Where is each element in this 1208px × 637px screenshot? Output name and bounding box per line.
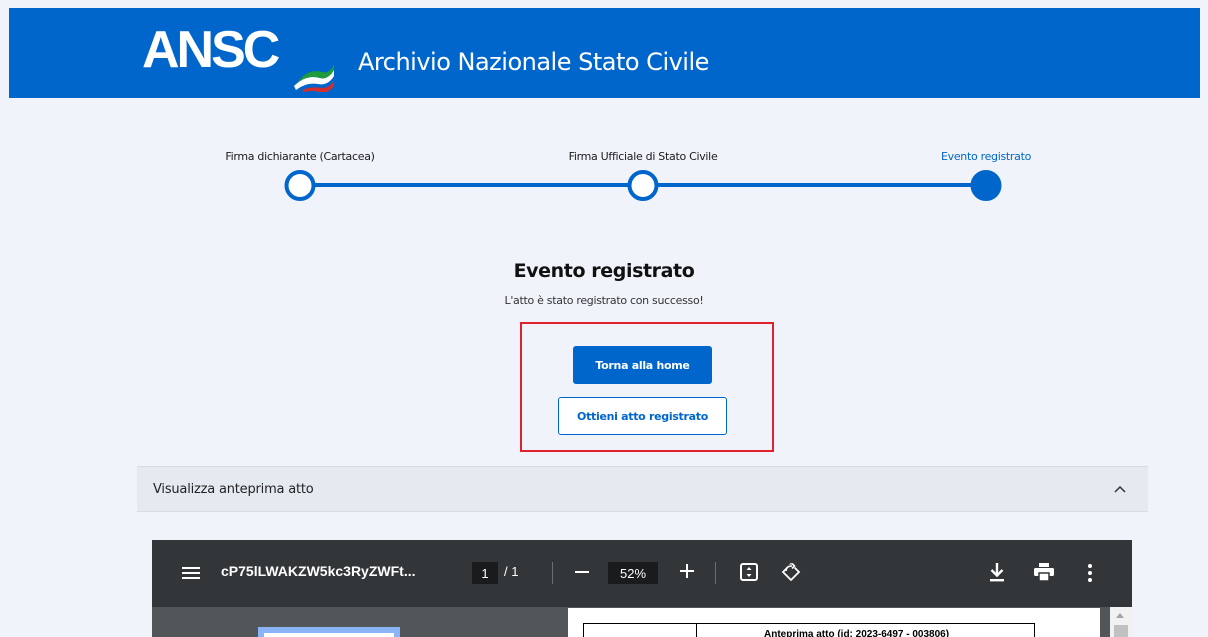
chevron-up-icon[interactable] bbox=[1112, 481, 1128, 497]
progress-stepper: Firma dichiarante (Cartacea) Firma Uffic… bbox=[0, 0, 1208, 240]
toolbar-divider bbox=[552, 562, 553, 584]
step-circle-1 bbox=[284, 170, 316, 201]
pdf-viewer: cP75lLWAKZW5kc3RyZWFt... 1 / 1 52% Antep… bbox=[152, 540, 1132, 637]
step-label-1: Firma dichiarante (Cartacea) bbox=[225, 150, 375, 163]
page-thumbnail-preview bbox=[264, 633, 394, 637]
step-label-3: Evento registrato bbox=[940, 150, 1032, 163]
print-icon[interactable] bbox=[1034, 563, 1054, 581]
toolbar-divider bbox=[715, 562, 716, 584]
rotate-icon[interactable] bbox=[781, 562, 801, 582]
result-subtitle: L'atto è stato registrato con successo! bbox=[504, 294, 704, 307]
back-home-button[interactable]: Torna alla home bbox=[573, 346, 712, 384]
zoom-level-input[interactable]: 52% bbox=[608, 562, 658, 584]
minus-icon[interactable] bbox=[575, 571, 589, 573]
pdf-page-heading: Anteprima atto (id: 2023-6497 - 003806) bbox=[764, 629, 950, 637]
plus-icon[interactable] bbox=[680, 564, 694, 578]
step-circle-2 bbox=[627, 170, 659, 201]
accordion-title: Visualizza anteprima atto bbox=[153, 482, 314, 497]
fit-page-icon[interactable] bbox=[740, 563, 758, 581]
more-vert-icon[interactable] bbox=[1086, 563, 1094, 583]
pdf-page: Anteprima atto (id: 2023-6497 - 003806) bbox=[568, 608, 1100, 637]
get-registered-act-button[interactable]: Ottieni atto registrato bbox=[558, 397, 727, 435]
download-icon[interactable] bbox=[988, 562, 1006, 582]
page-number-input[interactable]: 1 bbox=[472, 562, 498, 584]
pdf-scrollbar[interactable] bbox=[1110, 607, 1132, 637]
result-title: Evento registrato bbox=[513, 260, 695, 282]
page-total: / 1 bbox=[504, 564, 519, 579]
menu-icon[interactable] bbox=[182, 564, 200, 582]
table-cell-divider bbox=[696, 624, 697, 637]
step-circle-3 bbox=[970, 170, 1002, 201]
scroll-up-arrow-icon[interactable] bbox=[1116, 613, 1124, 618]
step-label-2: Firma Ufficiale di Stato Civile bbox=[568, 150, 718, 163]
pdf-filename: cP75lLWAKZW5kc3RyZWFt... bbox=[221, 563, 416, 579]
scrollbar-thumb[interactable] bbox=[1114, 625, 1128, 637]
preview-accordion-header[interactable]: Visualizza anteprima atto bbox=[137, 466, 1148, 512]
pdf-document-table: Anteprima atto (id: 2023-6497 - 003806) bbox=[583, 623, 1035, 637]
pdf-toolbar: cP75lLWAKZW5kc3RyZWFt... 1 / 1 52% bbox=[152, 540, 1132, 607]
